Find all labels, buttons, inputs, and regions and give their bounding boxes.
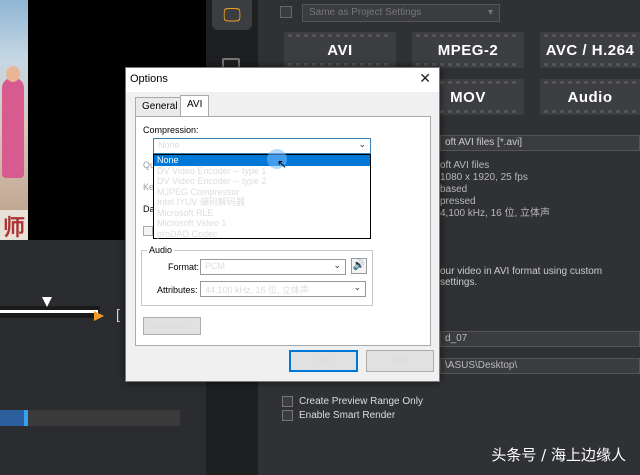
format-audio-button[interactable]: Audio: [540, 79, 640, 115]
smart-render-option[interactable]: Enable Smart Render: [282, 410, 395, 421]
chevron-down-icon: ⌄: [333, 260, 341, 270]
mouse-pointer-icon: ↖: [277, 157, 288, 171]
tab-avi[interactable]: AVI: [180, 95, 210, 116]
video-preview: 师: [0, 0, 28, 240]
format-description: our video in AVI format using custom set…: [440, 266, 603, 288]
dropdown-option[interactable]: proDAD Codec: [154, 229, 370, 240]
dropdown-option[interactable]: DV Video Encoder -- type 2: [154, 176, 370, 187]
file-type-select[interactable]: oft AVI files [*.avi]: [440, 135, 640, 151]
advanced-button[interactable]: Advanced...: [143, 317, 201, 335]
audio-format-select[interactable]: PCM ⌄: [200, 259, 346, 275]
project-settings-select[interactable]: Same as Project Settings ▾: [302, 4, 500, 22]
smart-render-checkbox[interactable]: [282, 410, 293, 421]
info-line: based: [440, 184, 468, 195]
smart-render-label: Enable Smart Render: [299, 410, 396, 421]
format-avi-button[interactable]: AVI: [284, 32, 396, 68]
timeline-progress: [0, 310, 98, 313]
audio-attributes-value: 44.100 kHz, 16 位, 立体声: [205, 285, 310, 295]
dropdown-option[interactable]: Intel IYUV 编码解码器: [154, 197, 370, 208]
preview-person: [2, 78, 24, 178]
info-line: pressed: [440, 196, 476, 207]
compression-value: None: [158, 140, 180, 150]
data-rate-checkbox[interactable]: [143, 226, 153, 236]
format-info: oft AVI files 1080 x 1920, 25 fps based …: [440, 160, 550, 220]
same-as-project-checkbox[interactable]: [280, 6, 292, 18]
cancel-button[interactable]: 取消: [366, 350, 434, 372]
preview-range-option[interactable]: Create Preview Range Only: [282, 396, 423, 407]
format-label: Format:: [168, 262, 200, 272]
chevron-down-icon: ⌄: [358, 139, 366, 149]
attributes-label: Attributes:: [157, 285, 198, 295]
compression-select[interactable]: None ⌄: [153, 138, 371, 154]
dropdown-option[interactable]: Microsoft RLE: [154, 208, 370, 219]
info-line: oft AVI files: [440, 160, 490, 171]
audio-format-value: PCM: [205, 261, 225, 271]
compression-dropdown-list: None DV Video Encoder -- type 1 DV Video…: [153, 154, 371, 239]
file-name-field[interactable]: d_07: [440, 331, 640, 347]
dropdown-option[interactable]: None: [154, 155, 370, 166]
info-line: 1080 x 1920, 25 fps: [440, 172, 528, 183]
watermark: 头条号 / 海上边缘人: [491, 446, 626, 464]
compression-label: Compression:: [143, 125, 199, 135]
folder-path-field[interactable]: \ASUS\Desktop\: [440, 358, 640, 374]
preview-caption: 师: [0, 210, 28, 240]
format-avc-button[interactable]: AVC / H.264: [540, 32, 640, 68]
close-icon[interactable]: ✕: [419, 70, 431, 87]
preview-range-label: Create Preview Range Only: [299, 396, 423, 407]
speaker-icon[interactable]: 🔊: [351, 258, 367, 274]
dropdown-option[interactable]: Microsoft Video 1: [154, 218, 370, 229]
ok-button[interactable]: 确定: [289, 350, 358, 372]
render-progress-cursor: [24, 410, 28, 426]
dropdown-option[interactable]: MJPEG Compressor: [154, 187, 370, 198]
preview-person-head: [6, 66, 20, 82]
mark-in-bracket[interactable]: [: [116, 306, 120, 322]
chevron-down-icon: ⌄: [353, 282, 361, 292]
tab-general[interactable]: General: [135, 97, 185, 116]
chevron-down-icon: ▾: [487, 7, 493, 18]
audio-group-label: Audio: [147, 245, 175, 255]
dialog-title: Options: [130, 73, 168, 85]
render-progress-fill: [0, 410, 24, 426]
audio-attributes-select[interactable]: 44.100 kHz, 16 位, 立体声 ⌄: [200, 281, 366, 297]
format-mpeg2-button[interactable]: MPEG-2: [412, 32, 524, 68]
monitor-icon[interactable]: 🖵: [212, 0, 252, 30]
project-settings-label: Same as Project Settings: [309, 7, 422, 18]
info-line: 4,100 kHz, 16 位, 立体声: [440, 208, 551, 219]
preview-range-checkbox[interactable]: [282, 396, 293, 407]
dialog-titlebar[interactable]: Options ✕: [126, 68, 439, 92]
dropdown-option[interactable]: DV Video Encoder -- type 1: [154, 166, 370, 177]
